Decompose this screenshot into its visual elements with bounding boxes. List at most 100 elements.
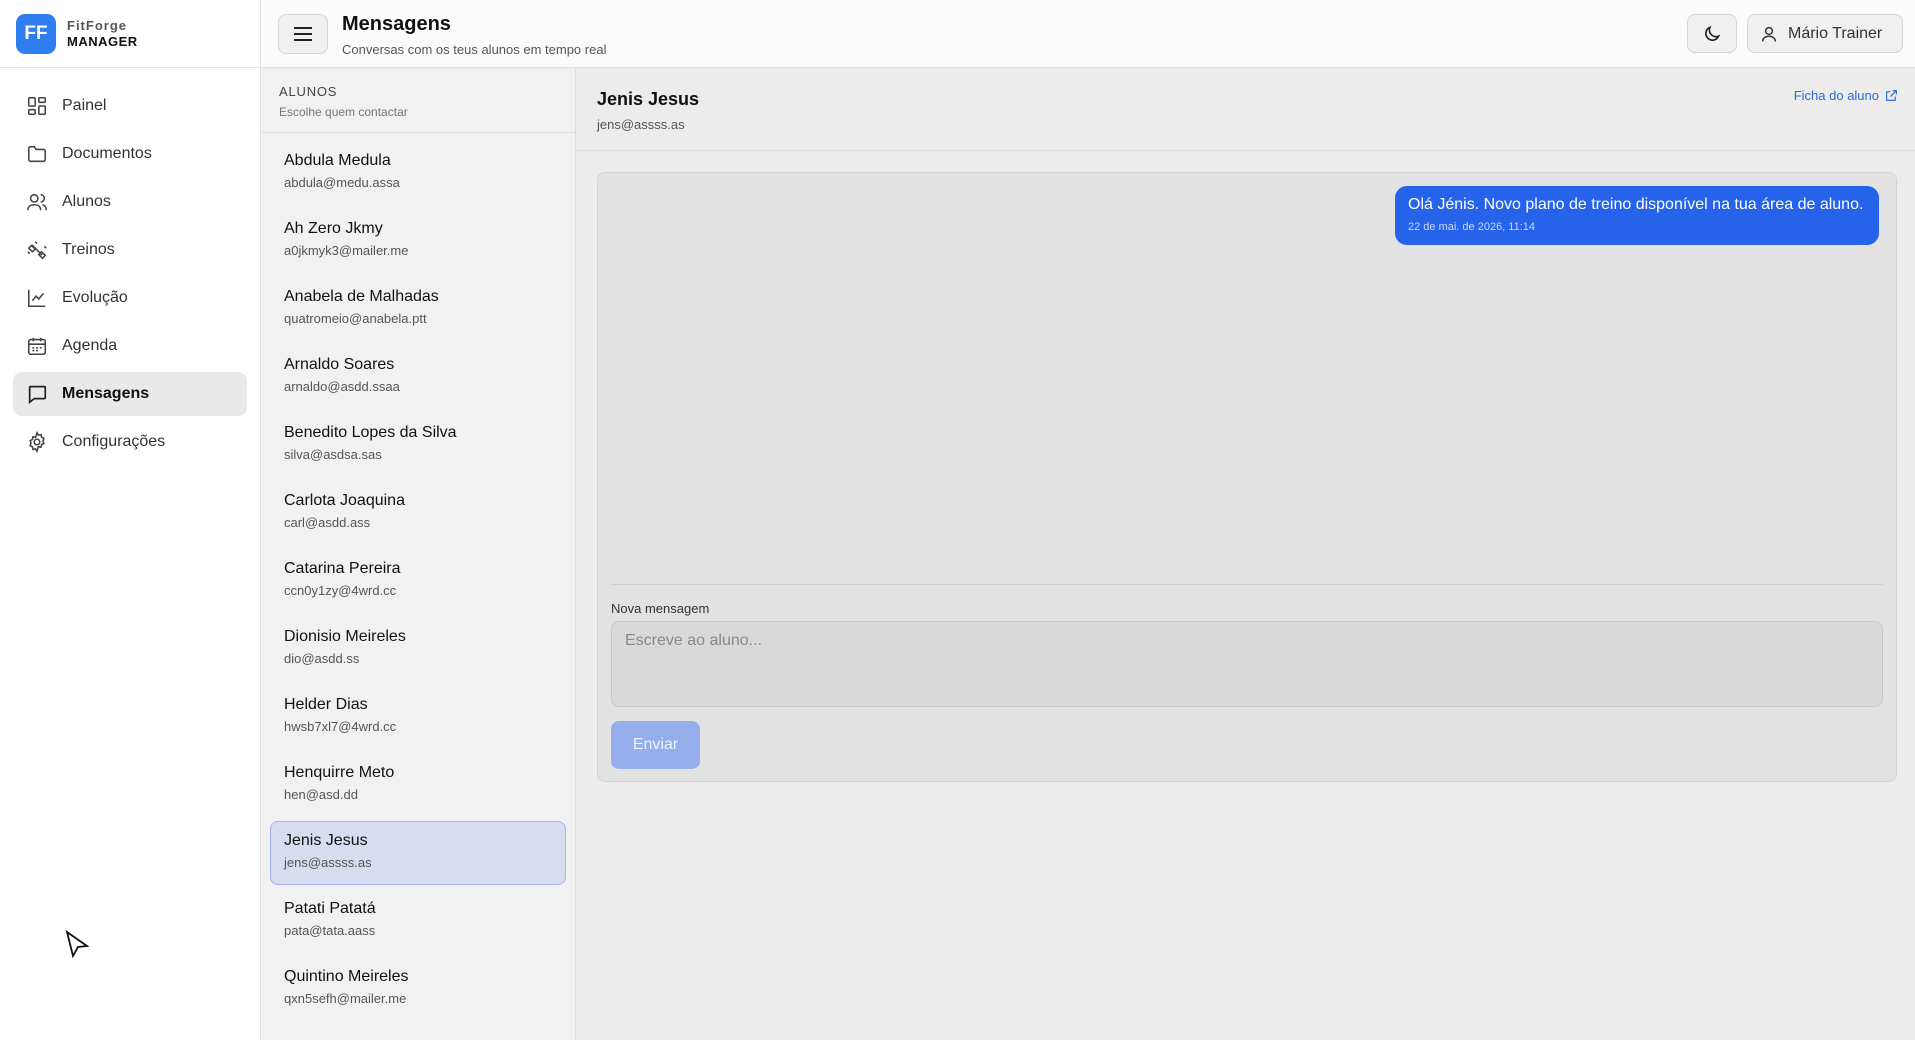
message-bubble: Olá Jénis. Novo plano de treino disponív… <box>1395 186 1879 245</box>
message-history[interactable]: Olá Jénis. Novo plano de treino disponív… <box>611 173 1883 585</box>
student-name: Carlota Joaquina <box>284 492 405 509</box>
student-item[interactable]: Ah Zero Jkmy a0jkmyk3@mailer.me <box>270 209 566 273</box>
students-title: ALUNOS <box>279 84 338 99</box>
student-email: carl@asdd.ass <box>284 515 371 530</box>
brand-name: FitForge <box>67 17 127 33</box>
sidebar-item-label: Documentos <box>62 145 152 162</box>
student-item[interactable]: Arnaldo Soares arnaldo@asdd.ssaa <box>270 345 566 409</box>
users-icon <box>27 193 47 211</box>
student-item[interactable]: Dionisio Meireles dio@asdd.ss <box>270 617 566 681</box>
menu-toggle-button[interactable] <box>278 14 328 54</box>
sidebar-item-label: Alunos <box>62 193 111 210</box>
sidebar-item-label: Agenda <box>62 337 118 354</box>
message-text: Olá Jénis. Novo plano de treino disponív… <box>1408 196 1864 213</box>
student-name: Jenis Jesus <box>284 832 368 849</box>
student-profile-link-label: Ficha do aluno <box>1793 88 1879 103</box>
student-item[interactable]: Benedito Lopes da Silva silva@asdsa.sas <box>270 413 566 477</box>
student-name: Patati Patatá <box>284 900 376 917</box>
sidebar-item-mensagens[interactable]: Mensagens <box>13 372 247 416</box>
message-timestamp: 22 de mai. de 2026, 11:14 <box>1408 221 1536 233</box>
sidebar-nav: Painel Documentos Alunos Treinos Evoluçã… <box>0 68 260 464</box>
send-button[interactable]: Enviar <box>611 721 700 769</box>
new-message-label: Nova mensagem <box>611 601 710 616</box>
user-name: Mário Trainer <box>1788 24 1883 42</box>
top-header: Mensagens Conversas com os teus alunos e… <box>261 0 1915 68</box>
student-profile-link[interactable]: Ficha do aluno <box>1794 88 1898 103</box>
student-email: qxn5sefh@mailer.me <box>284 991 407 1006</box>
sidebar-item-evolucao[interactable]: Evolução <box>13 276 247 320</box>
students-header: ALUNOS Escolhe quem contactar <box>261 69 575 133</box>
student-name: Dionisio Meireles <box>284 628 406 645</box>
page-title: Mensagens <box>342 13 451 35</box>
brand-sub: MANAGER <box>67 33 138 49</box>
students-hint: Escolhe quem contactar <box>279 105 408 119</box>
calendar-icon <box>27 337 47 356</box>
student-name: Anabela de Malhadas <box>284 288 439 305</box>
sidebar-item-alunos[interactable]: Alunos <box>13 180 247 224</box>
student-item[interactable]: Catarina Pereira ccn0y1zy@4wrd.cc <box>270 549 566 613</box>
student-name: Ah Zero Jkmy <box>284 220 383 237</box>
conversation-header: Jenis Jesus jens@assss.as Ficha do aluno <box>577 69 1915 151</box>
dashboard-icon <box>27 96 47 116</box>
student-email: dio@asdd.ss <box>284 651 360 666</box>
sidebar: FF FitForge MANAGER Painel Documentos Al… <box>0 0 261 1040</box>
student-item[interactable]: Quintino Meireles qxn5sefh@mailer.me <box>270 957 566 1021</box>
student-email: hwsb7xl7@4wrd.cc <box>284 719 397 734</box>
student-item[interactable]: Carlota Joaquina carl@asdd.ass <box>270 481 566 545</box>
students-panel: ALUNOS Escolhe quem contactar Abdula Med… <box>261 69 576 1040</box>
student-item[interactable]: Patati Patatá pata@tata.aass <box>270 889 566 953</box>
sidebar-item-label: Painel <box>62 97 107 114</box>
student-name: Benedito Lopes da Silva <box>284 424 457 441</box>
student-item-selected[interactable]: Jenis Jesus jens@assss.as <box>270 821 566 885</box>
sidebar-item-label: Treinos <box>62 241 115 258</box>
message-icon <box>28 385 47 405</box>
brand-logo: FF <box>16 13 56 54</box>
user-menu-button[interactable]: Mário Trainer <box>1747 14 1903 53</box>
moon-icon <box>1705 25 1721 41</box>
message-input[interactable] <box>611 621 1883 707</box>
student-item[interactable]: Abdula Medula abdula@medu.assa <box>270 141 566 205</box>
student-name: Catarina Pereira <box>284 560 401 577</box>
student-name: Quintino Meireles <box>284 968 409 985</box>
student-email: hen@asd.dd <box>284 787 358 802</box>
brand[interactable]: FF FitForge MANAGER <box>0 0 260 68</box>
sidebar-item-label: Mensagens <box>62 385 150 402</box>
student-email: a0jkmyk3@mailer.me <box>284 243 409 258</box>
student-email: quatromeio@anabela.ptt <box>284 311 427 326</box>
student-item[interactable]: Helder Dias hwsb7xl7@4wrd.cc <box>270 685 566 749</box>
dumbbell-icon <box>27 241 47 260</box>
conversation-student-name: Jenis Jesus <box>597 89 700 109</box>
chart-line-icon <box>27 289 46 308</box>
chat-card: Olá Jénis. Novo plano de treino disponív… <box>597 172 1897 782</box>
sidebar-item-label: Configurações <box>62 433 166 450</box>
sidebar-item-documentos[interactable]: Documentos <box>13 132 247 176</box>
sidebar-item-agenda[interactable]: Agenda <box>13 324 247 368</box>
gear-icon <box>29 431 45 453</box>
hamburger-icon <box>294 27 312 41</box>
conversation-panel: Jenis Jesus jens@assss.as Ficha do aluno… <box>577 69 1915 1040</box>
page-subtitle: Conversas com os teus alunos em tempo re… <box>342 42 607 57</box>
theme-toggle-button[interactable] <box>1687 14 1737 53</box>
student-email: pata@tata.aass <box>284 923 376 938</box>
brand-text: FitForge MANAGER <box>67 18 138 50</box>
conversation-student-email: jens@assss.as <box>597 117 685 132</box>
student-item[interactable]: Anabela de Malhadas quatromeio@anabela.pt… <box>270 277 566 341</box>
student-item[interactable]: Henquirre Meto hen@asd.dd <box>270 753 566 817</box>
pointer-cursor-icon <box>65 930 90 959</box>
student-email: jens@assss.as <box>284 855 372 870</box>
sidebar-item-treinos[interactable]: Treinos <box>13 228 247 272</box>
student-email: arnaldo@asdd.ssaa <box>284 379 400 394</box>
student-email: silva@asdsa.sas <box>284 447 382 462</box>
sidebar-item-painel[interactable]: Painel <box>13 84 247 128</box>
user-icon <box>1761 26 1777 42</box>
folder-icon <box>27 145 47 163</box>
student-name: Abdula Medula <box>284 152 391 169</box>
student-name: Helder Dias <box>284 696 368 713</box>
student-list[interactable]: Abdula Medula abdula@medu.assa Ah Zero Jk… <box>261 133 575 1021</box>
external-link-icon <box>1886 90 1897 101</box>
student-email: abdula@medu.assa <box>284 175 400 190</box>
student-name: Henquirre Meto <box>284 764 395 781</box>
sidebar-item-label: Evolução <box>62 289 128 306</box>
student-name: Arnaldo Soares <box>284 356 395 373</box>
sidebar-item-configuracoes[interactable]: Configurações <box>13 420 247 464</box>
